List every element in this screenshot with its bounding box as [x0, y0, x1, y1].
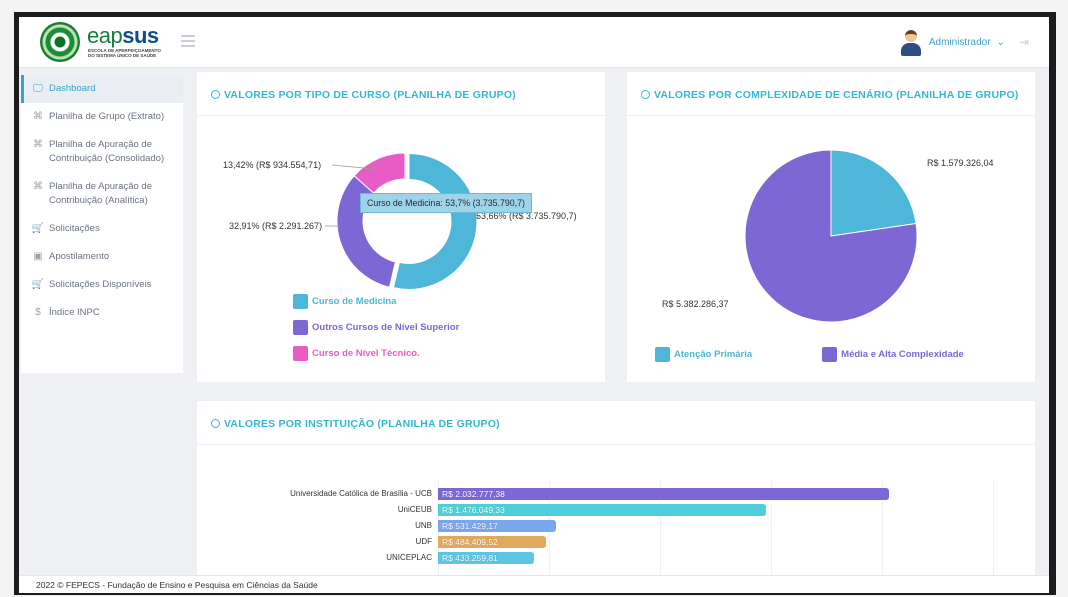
institution-bar-chart: Universidade Católica de Brasília - UCB R…: [197, 445, 1035, 577]
logout-icon[interactable]: ⇥: [1019, 35, 1029, 49]
course-type-card: VALORES POR TIPO DE CURSO (PLANILHA DE G…: [197, 72, 605, 382]
top-bar: eapsus ESCOLA DE APERFEIÇOAMENTO DO SIST…: [19, 17, 1049, 68]
sidebar-item-dashboard[interactable]: 🖵 Dashboard: [21, 75, 183, 103]
cart-icon: 🛒: [31, 223, 45, 234]
dollar-icon: $: [35, 307, 41, 318]
data-label-tecnico: 13,42% (R$ 934.554,71): [223, 160, 322, 170]
legend-item-primaria[interactable]: Atenção Primária: [655, 347, 752, 362]
database-icon: [641, 90, 650, 99]
bar-category-label: UNICEPLAC: [386, 553, 432, 562]
legend-swatch: [293, 320, 308, 335]
sidebar-item-solicitacoes-disponiveis[interactable]: 🛒 Solicitações Disponíveis: [21, 271, 183, 299]
sidebar: 🖵 Dashboard ⌘ Planilha de Grupo (Extrato…: [21, 75, 183, 373]
sidebar-item-label: Solicitações: [49, 223, 100, 234]
bar-value-label: R$ 1.476.049,33: [442, 505, 505, 515]
bar-2[interactable]: R$ 531.429,17: [438, 520, 556, 532]
legend-item-outros[interactable]: Outros Cursos de Nível Superior: [293, 320, 459, 335]
eapsus-logo[interactable]: eapsus ESCOLA DE APERFEIÇOAMENTO DO SIST…: [40, 22, 180, 64]
sidebar-item-solicitacoes[interactable]: 🛒 Solicitações: [21, 215, 183, 243]
user-name: Administrador: [928, 36, 991, 48]
logo-emblem-icon: [40, 22, 80, 62]
data-label-outros: 32,91% (R$ 2.291.267): [229, 221, 323, 231]
bar-category-label: Universidade Católica de Brasília - UCB: [290, 489, 432, 498]
cart-icon: 🛒: [31, 279, 45, 290]
complexity-card: VALORES POR COMPLEXIDADE DE CENÁRIO (PLA…: [627, 72, 1035, 382]
legend-swatch: [293, 346, 308, 361]
app: eapsus ESCOLA DE APERFEIÇOAMENTO DO SIST…: [19, 17, 1049, 593]
sidebar-item-label: Solicitações Disponíveis: [49, 279, 152, 290]
legend-item-media-alta[interactable]: Média e Alta Complexidade: [822, 347, 964, 362]
card-title: VALORES POR COMPLEXIDADE DE CENÁRIO (PLA…: [627, 72, 1035, 116]
menu-toggle-icon[interactable]: [181, 35, 195, 47]
legend-swatch: [822, 347, 838, 362]
gridline: [993, 481, 994, 577]
sidebar-item-apuracao-analitica[interactable]: ⌘ Planilha de Apuração de Contribuição (…: [21, 173, 183, 215]
bar-category-label: UDF: [415, 537, 432, 546]
sidebar-item-planilha-grupo[interactable]: ⌘ Planilha de Grupo (Extrato): [21, 103, 183, 131]
sidebar-item-apuracao-consolidado[interactable]: ⌘ Planilha de Apuração de Contribuição (…: [21, 131, 183, 173]
bar-value-label: R$ 433.259,81: [442, 553, 498, 563]
legend-item-medicina[interactable]: Curso de Medicina: [293, 294, 459, 309]
sidebar-item-label: Apostilamento: [49, 251, 110, 262]
footer: 2022 © FEPECS - Fundação de Ensino e Pes…: [19, 575, 1049, 593]
bar-0[interactable]: R$ 2.032.777,38: [438, 488, 890, 500]
database-icon: [211, 419, 220, 428]
legend-item-tecnico[interactable]: Curso de Nível Técnico.: [293, 346, 459, 361]
card-icon: ▣: [33, 251, 43, 262]
sidebar-item-label: Índice INPC: [49, 307, 100, 318]
card-title: VALORES POR TIPO DE CURSO (PLANILHA DE G…: [197, 72, 605, 116]
bar-3[interactable]: R$ 484.409,52: [438, 536, 546, 548]
complexity-legend: Atenção Primária Média e Alta Complexida…: [655, 347, 964, 362]
user-menu[interactable]: Administrador ⌄ ⇥: [899, 27, 1029, 57]
avatar: [899, 28, 923, 56]
institution-card: VALORES POR INSTITUIÇÃO (PLANILHA DE GRU…: [197, 401, 1035, 577]
data-label-primaria: R$ 1.579.326,04: [927, 158, 994, 168]
pie-slice-0[interactable]: [830, 149, 917, 237]
sitemap-icon: ⌘: [33, 111, 43, 122]
sidebar-item-label: Planilha de Apuração de Contribuição (An…: [49, 181, 152, 206]
bar-4[interactable]: R$ 433.259,81: [438, 552, 535, 564]
sidebar-item-label: Planilha de Apuração de Contribuição (Co…: [49, 139, 165, 164]
sitemap-icon: ⌘: [33, 139, 43, 150]
sitemap-icon: ⌘: [33, 181, 43, 192]
chart-tooltip: Curso de Medicina: 53,7% (3.735.790,7): [360, 193, 532, 213]
bar-1[interactable]: R$ 1.476.049,33: [438, 504, 766, 516]
monitor-icon: 🖵: [33, 83, 43, 94]
sidebar-item-apostilamento[interactable]: ▣ Apostilamento: [21, 243, 183, 271]
course-legend: Curso de Medicina Outros Cursos de Nível…: [293, 294, 459, 361]
sidebar-item-label: Planilha de Grupo (Extrato): [49, 111, 165, 122]
pie-slice-0[interactable]: [392, 152, 478, 290]
sidebar-item-indice-inpc[interactable]: $ Índice INPC: [21, 299, 183, 327]
sidebar-item-label: Dashboard: [49, 83, 96, 94]
database-icon: [211, 90, 220, 99]
chevron-down-icon: ⌄: [996, 36, 1005, 48]
card-title: VALORES POR INSTITUIÇÃO (PLANILHA DE GRU…: [197, 401, 1035, 445]
bar-category-label: UNB: [415, 521, 432, 530]
legend-swatch: [655, 347, 670, 362]
bar-value-label: R$ 2.032.777,38: [442, 489, 505, 499]
logo-subtitle: ESCOLA DE APERFEIÇOAMENTO DO SISTEMA ÚNI…: [88, 48, 161, 58]
complexity-pie-chart: [744, 149, 918, 323]
legend-swatch: [293, 294, 308, 309]
bar-category-label: UniCEUB: [397, 505, 432, 514]
bar-value-label: R$ 531.429,17: [442, 521, 498, 531]
logo-text: eapsus: [87, 23, 159, 48]
bar-value-label: R$ 484.409,52: [442, 537, 498, 547]
data-label-media: R$ 5.382.286,37: [662, 299, 729, 309]
